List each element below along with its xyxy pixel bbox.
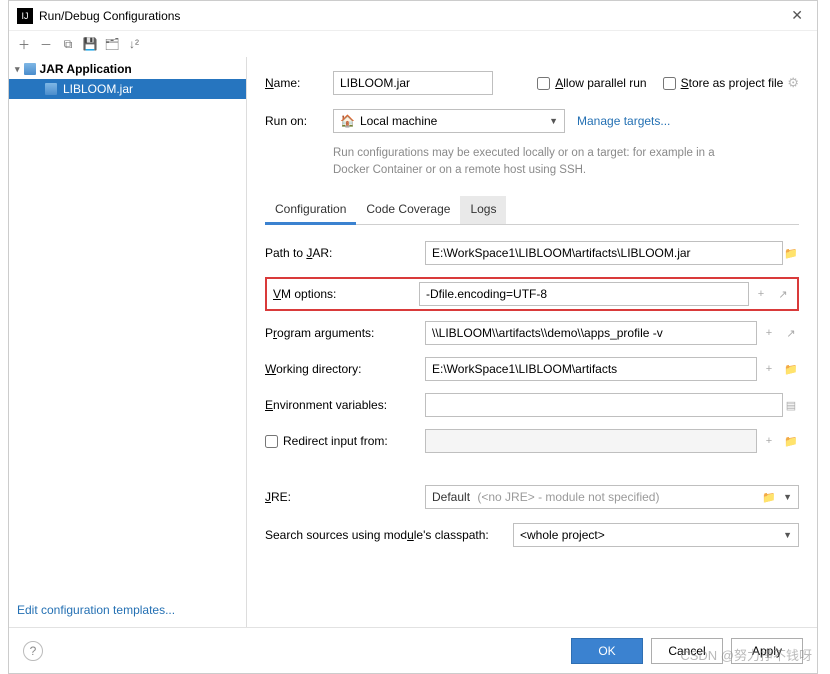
name-row: Name: Allow parallel run Store as projec… — [265, 71, 799, 95]
chevron-down-icon: ▼ — [549, 116, 558, 126]
chevron-down-icon: ▾ — [15, 64, 20, 75]
name-label: Name: — [265, 76, 333, 90]
program-args-label: Program arguments: — [265, 326, 425, 340]
runon-row: Run on: 🏠 Local machine ▼ Manage targets… — [265, 109, 799, 133]
dialog-body: ▾ JAR Application LIBLOOM.jar Edit confi… — [9, 57, 817, 627]
apply-button[interactable]: Apply — [731, 638, 803, 664]
env-vars-input[interactable] — [425, 393, 783, 417]
runon-value: Local machine — [360, 114, 437, 128]
jre-label: JRE: — [265, 490, 425, 504]
sidebar: ▾ JAR Application LIBLOOM.jar Edit confi… — [9, 57, 247, 627]
runon-label: Run on: — [265, 114, 321, 128]
expand-icon[interactable]: ↗ — [775, 286, 791, 302]
remove-config-icon[interactable]: － — [37, 35, 55, 53]
path-to-jar-label: Path to JAR: — [265, 246, 425, 260]
insert-macro-icon[interactable]: + — [761, 325, 777, 341]
working-dir-label: Working directory: — [265, 362, 425, 376]
config-tree: ▾ JAR Application LIBLOOM.jar — [9, 59, 246, 593]
classpath-value: <whole project> — [520, 528, 605, 542]
save-config-icon[interactable]: 💾 — [81, 35, 99, 53]
redirect-input-checkbox[interactable]: Redirect input from: — [265, 434, 425, 448]
tab-code-coverage[interactable]: Code Coverage — [356, 196, 460, 224]
allow-parallel-label: Allow parallel run — [555, 76, 646, 90]
allow-parallel-checkbox[interactable]: Allow parallel run — [537, 76, 646, 90]
vm-options-row: VM options: + ↗ — [265, 277, 799, 311]
dialog: IJ Run/Debug Configurations ✕ ＋ － ⧉ 💾 🗂 … — [8, 0, 818, 674]
sidebar-footer: Edit configuration templates... — [9, 593, 246, 627]
jar-icon — [24, 63, 36, 75]
store-project-label: Store as project file — [681, 76, 784, 90]
insert-macro-icon: + — [761, 433, 777, 449]
config-toolbar: ＋ － ⧉ 💾 🗂 ↓² — [9, 31, 817, 57]
program-args-row: Program arguments: + ↗ — [265, 321, 799, 345]
tabs: Configuration Code Coverage Logs — [265, 196, 799, 225]
path-to-jar-input[interactable] — [425, 241, 783, 265]
jre-gray-text: (<no JRE> - module not specified) — [477, 490, 659, 504]
tab-logs[interactable]: Logs — [460, 196, 506, 224]
insert-macro-icon[interactable]: + — [753, 286, 769, 302]
redirect-input-field — [425, 429, 757, 453]
browse-icon: 📁 — [783, 433, 799, 449]
jre-default-text: Default — [432, 490, 470, 504]
store-project-checkbox[interactable]: Store as project file ⚙ — [663, 75, 799, 91]
tree-item-label: LIBLOOM.jar — [63, 82, 133, 96]
gear-icon[interactable]: ⚙ — [787, 75, 799, 91]
vm-options-input[interactable] — [419, 282, 749, 306]
tree-category-jar[interactable]: ▾ JAR Application — [9, 59, 246, 79]
chevron-down-icon: ▼ — [783, 530, 792, 540]
sort-icon[interactable]: ↓² — [125, 35, 143, 53]
app-icon: IJ — [17, 8, 33, 24]
dialog-title: Run/Debug Configurations — [39, 9, 785, 23]
edit-templates-link[interactable]: Edit configuration templates... — [17, 603, 175, 617]
copy-config-icon[interactable]: ⧉ — [59, 35, 77, 53]
tab-configuration[interactable]: Configuration — [265, 196, 356, 225]
add-config-icon[interactable]: ＋ — [15, 35, 33, 53]
chevron-down-icon: ▼ — [783, 492, 792, 502]
expand-icon[interactable]: ↗ — [783, 325, 799, 341]
env-vars-label: Environment variables: — [265, 398, 425, 412]
classpath-select[interactable]: <whole project> ▼ — [513, 523, 799, 547]
working-dir-row: Working directory: + 📁 — [265, 357, 799, 381]
redirect-input-label: Redirect input from: — [283, 434, 388, 448]
jar-icon — [45, 83, 57, 95]
dialog-footer: ? OK Cancel Apply — [9, 627, 817, 673]
jre-row: JRE: Default (<no JRE> - module not spec… — [265, 485, 799, 509]
insert-macro-icon[interactable]: + — [761, 361, 777, 377]
main-panel: Name: Allow parallel run Store as projec… — [247, 57, 817, 627]
help-icon[interactable]: ? — [23, 641, 43, 661]
cancel-button[interactable]: Cancel — [651, 638, 723, 664]
tree-item-libloom[interactable]: LIBLOOM.jar — [9, 79, 246, 99]
classpath-row: Search sources using module's classpath:… — [265, 523, 799, 547]
env-vars-row: Environment variables: ▤ — [265, 393, 799, 417]
classpath-label: Search sources using module's classpath: — [265, 528, 513, 542]
program-args-input[interactable] — [425, 321, 757, 345]
titlebar: IJ Run/Debug Configurations ✕ — [9, 1, 817, 31]
vm-options-label: VM options: — [273, 287, 419, 301]
folder-icon[interactable]: 🗂 — [103, 35, 121, 53]
runon-select[interactable]: 🏠 Local machine ▼ — [333, 109, 565, 133]
list-icon[interactable]: ▤ — [783, 397, 799, 413]
tree-category-label: JAR Application — [40, 62, 132, 76]
path-to-jar-row: Path to JAR: 📁 — [265, 241, 799, 265]
ok-button[interactable]: OK — [571, 638, 643, 664]
runon-hint: Run configurations may be executed local… — [333, 145, 753, 178]
working-dir-input[interactable] — [425, 357, 757, 381]
manage-targets-link[interactable]: Manage targets... — [577, 114, 670, 128]
redirect-input-row: Redirect input from: + 📁 — [265, 429, 799, 453]
browse-icon[interactable]: 📁 — [783, 245, 799, 261]
name-input[interactable] — [333, 71, 493, 95]
home-icon: 🏠 — [340, 114, 355, 128]
browse-icon[interactable]: 📁 — [783, 361, 799, 377]
browse-icon[interactable]: 📁 — [761, 489, 777, 505]
close-icon[interactable]: ✕ — [785, 5, 809, 26]
jre-select[interactable]: Default (<no JRE> - module not specified… — [425, 485, 799, 509]
